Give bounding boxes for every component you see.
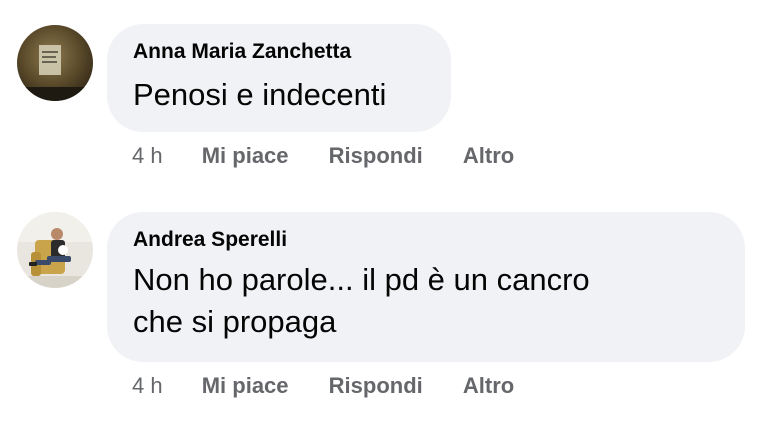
comment-author[interactable]: Andrea Sperelli bbox=[133, 226, 719, 254]
comment-bubble: Andrea Sperelli Non ho parole... il pd è… bbox=[107, 212, 745, 362]
comment-text: Non ho parole... il pd è un cancro che s… bbox=[133, 259, 719, 343]
comment-author[interactable]: Anna Maria Zanchetta bbox=[133, 38, 425, 66]
comment-actions: 4 h Mi piace Rispondi Altro bbox=[132, 142, 548, 170]
like-button[interactable]: Mi piace bbox=[202, 142, 289, 170]
comment-timestamp[interactable]: 4 h bbox=[132, 142, 163, 170]
comment: Andrea Sperelli Non ho parole... il pd è… bbox=[0, 200, 766, 426]
comment-actions: 4 h Mi piace Rispondi Altro bbox=[132, 372, 548, 400]
avatar[interactable] bbox=[17, 25, 93, 101]
more-button[interactable]: Altro bbox=[463, 372, 514, 400]
more-button[interactable]: Altro bbox=[463, 142, 514, 170]
comment: Anna Maria Zanchetta Penosi e indecenti … bbox=[0, 0, 766, 200]
like-button[interactable]: Mi piace bbox=[202, 372, 289, 400]
reply-button[interactable]: Rispondi bbox=[329, 372, 423, 400]
comment-text: Penosi e indecenti bbox=[133, 77, 387, 112]
comment-text-line: che si propaga bbox=[133, 304, 337, 339]
avatar-photo bbox=[17, 212, 93, 288]
avatar[interactable] bbox=[17, 212, 93, 288]
comment-timestamp[interactable]: 4 h bbox=[132, 372, 163, 400]
comment-text-line: Non ho parole... il pd è un cancro bbox=[133, 262, 590, 297]
avatar-photo bbox=[17, 25, 93, 101]
comment-bubble: Anna Maria Zanchetta Penosi e indecenti bbox=[107, 24, 451, 132]
reply-button[interactable]: Rispondi bbox=[329, 142, 423, 170]
